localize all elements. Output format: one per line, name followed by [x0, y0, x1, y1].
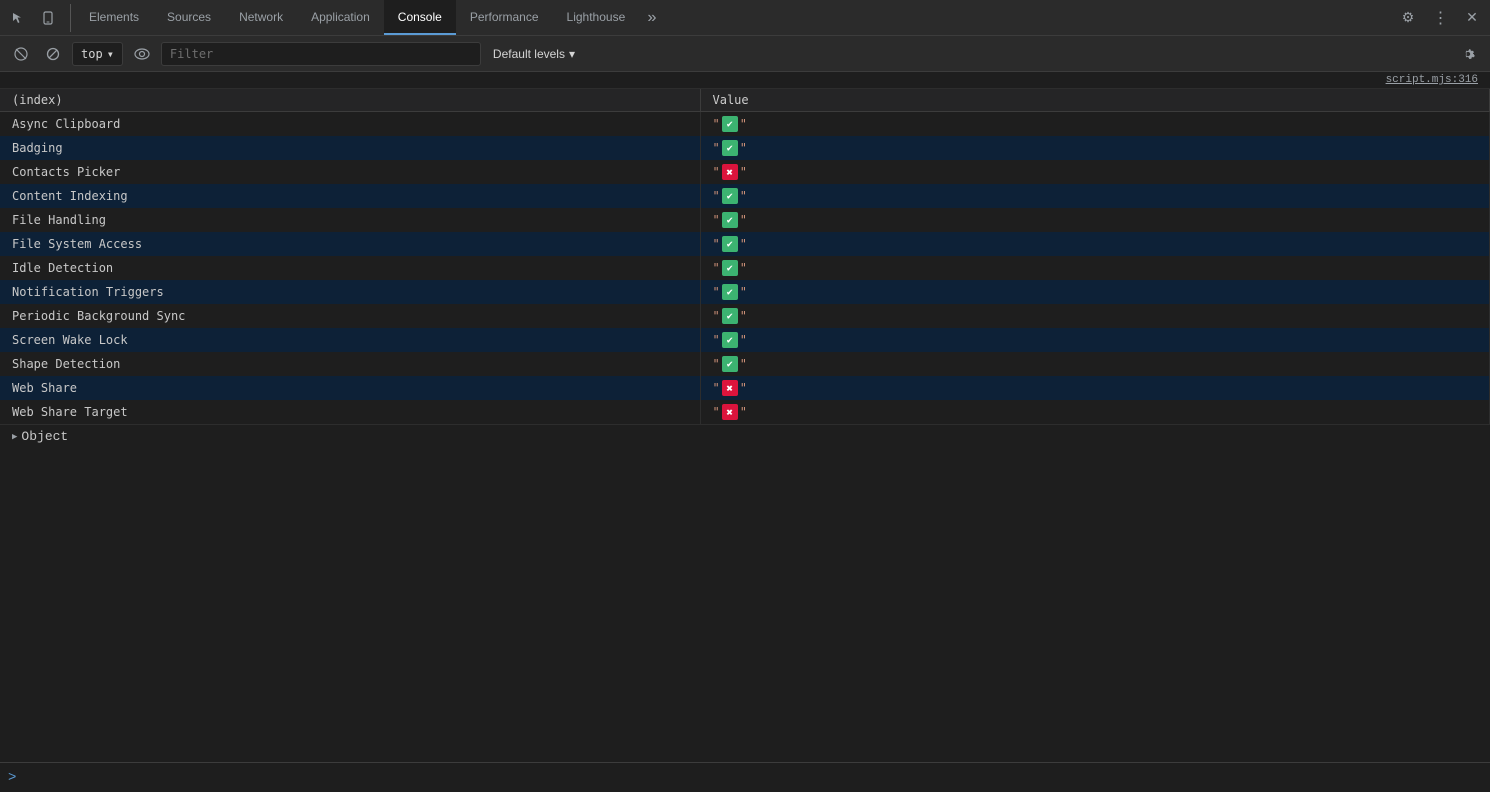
index-cell: File Handling	[0, 208, 700, 232]
tab-lighthouse[interactable]: Lighthouse	[553, 0, 640, 35]
table-row: Content Indexing"✔"	[0, 184, 1490, 208]
table-row: Screen Wake Lock"✔"	[0, 328, 1490, 352]
index-cell: Web Share	[0, 376, 700, 400]
value-cell: "✖"	[700, 400, 1490, 424]
table-row: Web Share Target"✖"	[0, 400, 1490, 424]
clear-console-icon[interactable]	[8, 41, 34, 67]
tabs: Elements Sources Network Application Con…	[75, 0, 1394, 35]
index-cell: Idle Detection	[0, 256, 700, 280]
index-cell: Async Clipboard	[0, 112, 700, 137]
table-row: Notification Triggers"✔"	[0, 280, 1490, 304]
value-cell: "✔"	[700, 280, 1490, 304]
value-cell: "✖"	[700, 376, 1490, 400]
value-cell: "✔"	[700, 208, 1490, 232]
index-cell: File System Access	[0, 232, 700, 256]
close-devtools-icon[interactable]: ✕	[1458, 4, 1486, 32]
value-cell: "✔"	[700, 256, 1490, 280]
context-selector[interactable]: top ▾	[72, 42, 123, 66]
value-cell: "✔"	[700, 136, 1490, 160]
filter-input[interactable]	[161, 42, 481, 66]
tab-elements[interactable]: Elements	[75, 0, 153, 35]
console-toolbar: top ▾ Default levels ▾	[0, 36, 1490, 72]
table-row: File System Access"✔"	[0, 232, 1490, 256]
value-cell: "✔"	[700, 328, 1490, 352]
more-tabs-button[interactable]: »	[639, 0, 665, 35]
table-row: File Handling"✔"	[0, 208, 1490, 232]
tab-bar: Elements Sources Network Application Con…	[0, 0, 1490, 36]
pointer-icon[interactable]	[4, 4, 32, 32]
table-header-row: (index) Value	[0, 89, 1490, 112]
table-row: Shape Detection"✔"	[0, 352, 1490, 376]
console-output[interactable]: (index) Value Async Clipboard"✔"Badging"…	[0, 89, 1490, 757]
value-cell: "✔"	[700, 304, 1490, 328]
table-row: Idle Detection"✔"	[0, 256, 1490, 280]
value-cell: "✔"	[700, 184, 1490, 208]
object-label: Object	[21, 429, 68, 444]
settings-icon[interactable]: ⚙	[1394, 4, 1422, 32]
table-row: Async Clipboard"✔"	[0, 112, 1490, 137]
console-settings-icon[interactable]	[1454, 40, 1482, 68]
eye-icon[interactable]	[129, 41, 155, 67]
toolbar-right	[1454, 40, 1482, 68]
tab-application[interactable]: Application	[297, 0, 384, 35]
prompt-icon: >	[8, 770, 16, 786]
value-cell: "✔"	[700, 352, 1490, 376]
index-cell: Periodic Background Sync	[0, 304, 700, 328]
console-input-bar: >	[0, 762, 1490, 792]
tab-console[interactable]: Console	[384, 0, 456, 35]
value-column-header: Value	[700, 89, 1490, 112]
tab-sources[interactable]: Sources	[153, 0, 225, 35]
value-cell: "✖"	[700, 160, 1490, 184]
value-cell: "✔"	[700, 232, 1490, 256]
index-cell: Badging	[0, 136, 700, 160]
table-row: Contacts Picker"✖"	[0, 160, 1490, 184]
devtools-icons	[4, 4, 71, 32]
table-row: Periodic Background Sync"✔"	[0, 304, 1490, 328]
console-input[interactable]	[22, 771, 1482, 785]
index-cell: Content Indexing	[0, 184, 700, 208]
tab-network[interactable]: Network	[225, 0, 297, 35]
index-cell: Web Share Target	[0, 400, 700, 424]
index-cell: Shape Detection	[0, 352, 700, 376]
index-cell: Contacts Picker	[0, 160, 700, 184]
log-levels-button[interactable]: Default levels ▾	[487, 45, 581, 63]
expand-triangle-icon: ▶	[12, 432, 17, 442]
more-options-icon[interactable]: ⋮	[1426, 4, 1454, 32]
data-table: (index) Value Async Clipboard"✔"Badging"…	[0, 89, 1490, 424]
index-column-header: (index)	[0, 89, 700, 112]
value-cell: "✔"	[700, 112, 1490, 137]
table-row: Badging"✔"	[0, 136, 1490, 160]
index-cell: Notification Triggers	[0, 280, 700, 304]
table-row: Web Share"✖"	[0, 376, 1490, 400]
object-expandable-row[interactable]: ▶ Object	[0, 424, 1490, 448]
source-link-bar: script.mjs:316	[0, 72, 1490, 89]
index-cell: Screen Wake Lock	[0, 328, 700, 352]
tab-performance[interactable]: Performance	[456, 0, 553, 35]
mobile-icon[interactable]	[34, 4, 62, 32]
tab-bar-actions: ⚙ ⋮ ✕	[1394, 4, 1486, 32]
ban-icon[interactable]	[40, 41, 66, 67]
source-link[interactable]: script.mjs:316	[1386, 74, 1478, 86]
